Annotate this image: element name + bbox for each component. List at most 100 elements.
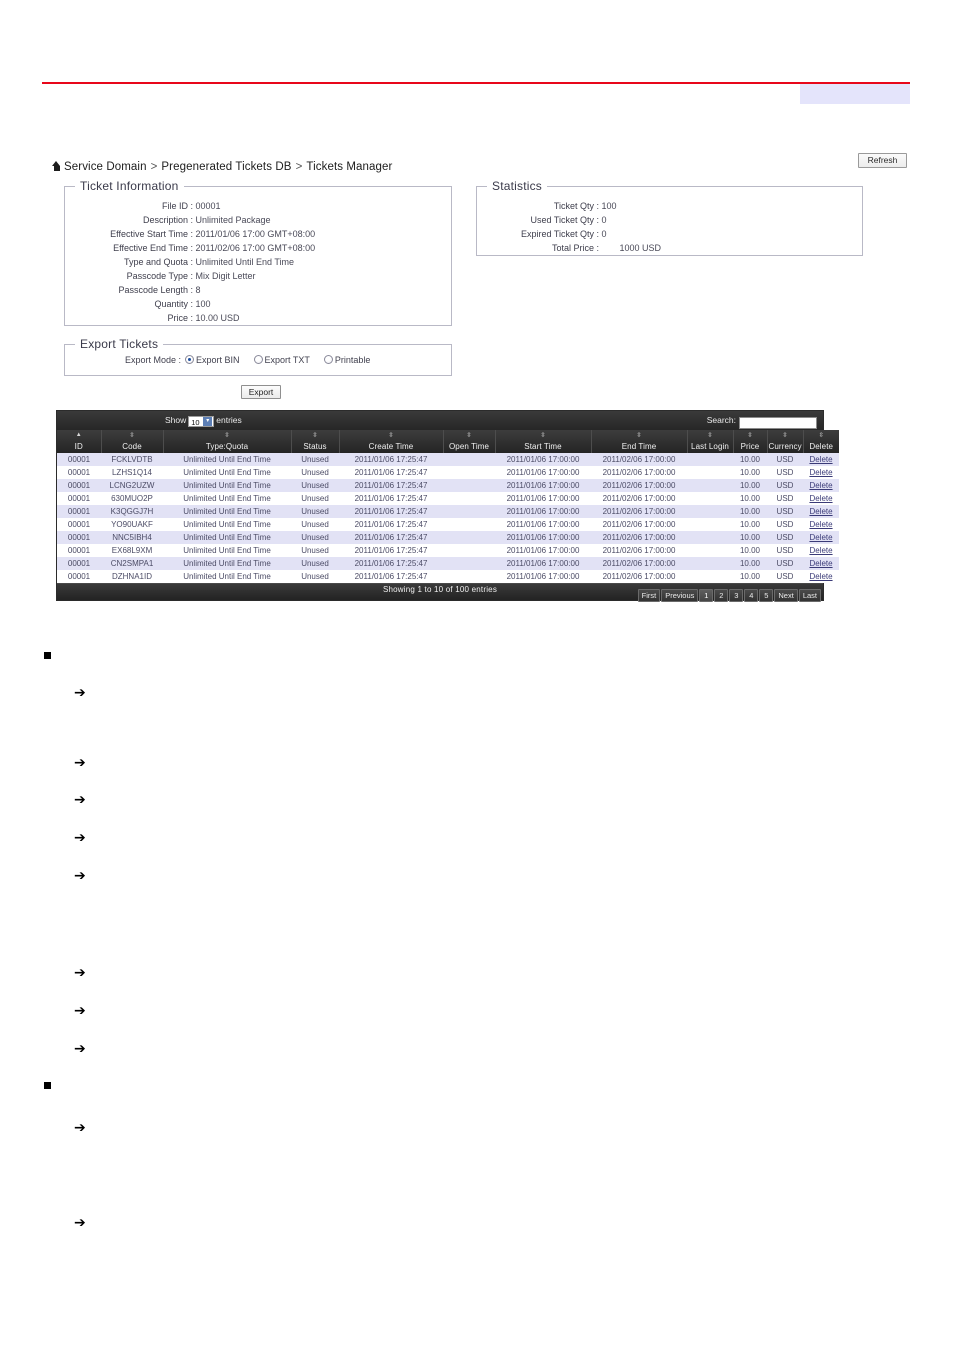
delete-link[interactable]: Delete (809, 507, 832, 516)
delete-link[interactable]: Delete (809, 468, 832, 477)
radio-export-txt[interactable] (253, 355, 263, 364)
value-quantity: 100 (195, 299, 211, 309)
export-tickets-panel: Export Tickets Export Mode : Export BIN Ex… (64, 337, 452, 376)
cell-end-time: 2011/02/06 17:00:00 (591, 492, 687, 505)
column-header-code[interactable]: ⇳ Code (101, 430, 164, 453)
label-effective-start-time: Effective Start Time : (110, 229, 193, 239)
table-row[interactable]: 00001 LZHS1Q14 Unlimited Until End Time … (57, 466, 839, 479)
delete-link[interactable]: Delete (809, 559, 832, 568)
delete-link[interactable]: Delete (809, 546, 832, 555)
page-last-button[interactable]: Last (798, 589, 821, 602)
radio-printable[interactable] (323, 355, 333, 364)
sort-both-icon: ⇳ (636, 432, 642, 439)
column-header-currency[interactable]: ⇳ Currency (767, 430, 804, 453)
page-number-4[interactable]: 4 (744, 589, 759, 602)
delete-link[interactable]: Delete (809, 572, 832, 581)
cell-end-time: 2011/02/06 17:00:00 (591, 466, 687, 479)
cell-last-login (687, 492, 733, 505)
page-next-button[interactable]: Next (774, 589, 798, 602)
entries-per-page-select[interactable]: 10 ▾ (188, 416, 215, 427)
page-number-3[interactable]: 3 (729, 589, 744, 602)
column-header-status[interactable]: ⇳ Status (291, 430, 340, 453)
cell-start-time: 2011/01/06 17:00:00 (495, 466, 591, 479)
radio-label-export-bin[interactable]: Export BIN (196, 355, 240, 365)
outline-bullet-arrow-icon: ➔ (74, 792, 86, 808)
radio-label-printable[interactable]: Printable (335, 355, 371, 365)
cell-open-time (443, 453, 495, 466)
cell-status: Unused (291, 479, 339, 492)
cell-open-time (443, 466, 495, 479)
table-row[interactable]: 00001 K3QGGJ7H Unlimited Until End Time … (57, 505, 839, 518)
column-header-end-time[interactable]: ⇳ End Time (591, 430, 688, 453)
delete-link[interactable]: Delete (809, 533, 832, 542)
cell-start-time: 2011/01/06 17:00:00 (495, 453, 591, 466)
cell-open-time (443, 570, 495, 583)
sort-both-icon: ⇳ (224, 432, 230, 439)
cell-last-login (687, 453, 733, 466)
cell-id: 00001 (57, 570, 101, 583)
table-row[interactable]: 00001 EX68L9XM Unlimited Until End Time … (57, 544, 839, 557)
table-row[interactable]: 00001 NNC5IBH4 Unlimited Until End Time … (57, 531, 839, 544)
page-number-5[interactable]: 5 (759, 589, 774, 602)
cell-status: Unused (291, 518, 339, 531)
table-row[interactable]: 00001 YO90UAKF Unlimited Until End Time … (57, 518, 839, 531)
table-row[interactable]: 00001 CN2SMPA1 Unlimited Until End Time … (57, 557, 839, 570)
search-label: Search: (706, 415, 736, 425)
cell-create-time: 2011/01/06 17:25:47 (339, 505, 443, 518)
cell-type-quota: Unlimited Until End Time (163, 453, 291, 466)
delete-link[interactable]: Delete (809, 481, 832, 490)
page-number-2[interactable]: 2 (714, 589, 729, 602)
ticket-info-row-file-id: File ID : 00001 (75, 201, 221, 212)
radio-export-bin[interactable] (185, 355, 195, 364)
delete-link[interactable]: Delete (809, 455, 832, 464)
delete-link[interactable]: Delete (809, 494, 832, 503)
column-header-start-time[interactable]: ⇳ Start Time (495, 430, 592, 453)
column-header-id[interactable]: ▲ ID (57, 430, 102, 453)
pagination: First Previous 1 2 3 4 5 Next Last (637, 585, 821, 603)
cell-end-time: 2011/02/06 17:00:00 (591, 557, 687, 570)
search-input[interactable] (739, 416, 817, 429)
label-passcode-type: Passcode Type : (126, 271, 193, 281)
value-effective-start-time: 2011/01/06 17:00 GMT+08:00 (195, 229, 316, 239)
refresh-button[interactable]: Refresh (858, 153, 907, 168)
cell-price: 10.00 (733, 557, 767, 570)
table-row[interactable]: 00001 FCKLVDTB Unlimited Until End Time … (57, 453, 839, 466)
column-header-type-quota[interactable]: ⇳ Type:Quota (163, 430, 292, 453)
column-header-delete[interactable]: ⇳ Delete (803, 430, 839, 453)
sort-both-icon: ⇳ (818, 432, 825, 439)
sort-both-icon: ⇳ (707, 432, 713, 439)
export-button[interactable]: Export (241, 385, 281, 399)
cell-currency: USD (767, 479, 803, 492)
label-ticket-qty: Ticket Qty : (553, 201, 599, 211)
column-header-open-time[interactable]: ⇳ Open Time (443, 430, 496, 453)
page-previous-button[interactable]: Previous (661, 589, 699, 602)
cell-code: 630MUO2P (101, 492, 163, 505)
cell-create-time: 2011/01/06 17:25:47 (339, 466, 443, 479)
cell-delete: Delete (803, 479, 839, 492)
table-row[interactable]: 00001 DZHNA1ID Unlimited Until End Time … (57, 570, 839, 583)
column-header-create-time[interactable]: ⇳ Create Time (339, 430, 444, 453)
table-row[interactable]: 00001 LCNG2UZW Unlimited Until End Time … (57, 479, 839, 492)
cell-delete: Delete (803, 544, 839, 557)
breadcrumb-item-service-domain[interactable]: Service Domain (64, 161, 147, 173)
cell-type-quota: Unlimited Until End Time (163, 544, 291, 557)
delete-link[interactable]: Delete (809, 520, 832, 529)
cell-end-time: 2011/02/06 17:00:00 (591, 505, 687, 518)
cell-code: DZHNA1ID (101, 570, 163, 583)
sort-both-icon: ⇳ (782, 432, 788, 439)
breadcrumb-item-pregenerated-tickets-db[interactable]: Pregenerated Tickets DB (161, 161, 291, 173)
page-first-button[interactable]: First (637, 589, 661, 602)
entries-per-page-value: 10 (191, 418, 200, 427)
cell-type-quota: Unlimited Until End Time (163, 466, 291, 479)
radio-label-export-txt[interactable]: Export TXT (265, 355, 310, 365)
value-effective-end-time: 2011/02/06 17:00 GMT+08:00 (195, 243, 316, 253)
column-header-last-login[interactable]: ⇳ Last Login (687, 430, 734, 453)
cell-start-time: 2011/01/06 17:00:00 (495, 557, 591, 570)
show-entries-suffix: entries (216, 415, 242, 425)
breadcrumb-separator: > (295, 161, 303, 173)
page-number-1[interactable]: 1 (699, 589, 714, 602)
column-header-price[interactable]: ⇳ Price (733, 430, 768, 453)
statistics-row-total-price: Total Price : 1000 USD (487, 243, 661, 254)
table-row[interactable]: 00001 630MUO2P Unlimited Until End Time … (57, 492, 839, 505)
cell-start-time: 2011/01/06 17:00:00 (495, 505, 591, 518)
